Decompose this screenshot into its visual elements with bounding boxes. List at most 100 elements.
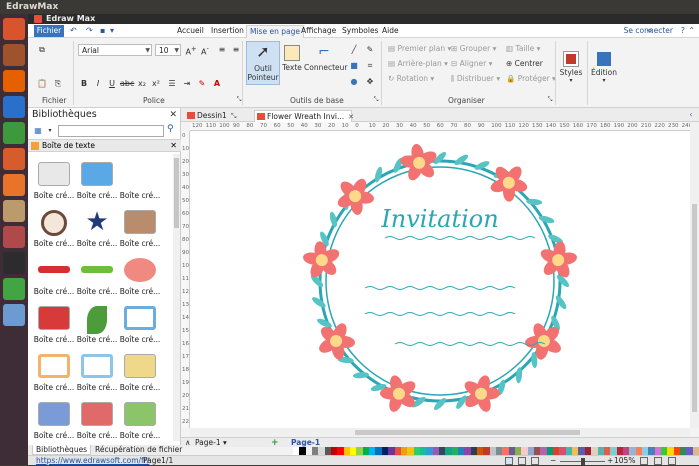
scrollbar-thumb[interactable] [355,430,580,435]
invitation-heading[interactable]: Invitation [360,205,520,233]
tab-aide[interactable]: Aide [379,25,402,38]
redo-icon[interactable]: ↷ [86,26,93,35]
software-center-icon[interactable] [3,174,25,196]
search-icon[interactable]: ⚲ [167,124,174,134]
fit-page-icon[interactable] [640,457,648,465]
library-shape-scroll-banner[interactable]: Boîte cré... [120,350,160,395]
font-name-select[interactable]: Arial ▼ [78,44,152,56]
highlight-icon[interactable]: ✎ [196,78,208,89]
fit-view-icon[interactable] [531,457,539,465]
add-page-button[interactable]: + [271,438,279,448]
page-select[interactable]: Page-1 ▾ [195,438,227,448]
drawing-canvas[interactable]: Invitation [190,131,690,428]
palette-swatch[interactable] [692,447,699,455]
ubuntu-icon[interactable] [3,18,25,40]
size-button[interactable]: ▥ Taille ▾ [506,44,540,53]
library-search-input[interactable] [58,125,164,137]
group-button[interactable]: ⊞ Grouper ▾ [451,44,496,53]
crop-icon[interactable]: ⌗ [364,60,376,71]
library-shape-green-header-box[interactable]: Boîte cré... [120,398,160,443]
send-back-button[interactable]: ▤ Arrière-plan ▾ [388,59,448,68]
align-button[interactable]: ⊟ Aligner ▾ [451,59,492,68]
firefox-icon[interactable] [3,70,25,92]
tab-mise-en-page[interactable]: Mise en page [246,25,304,38]
tab-affichage[interactable]: Affichage [298,25,339,38]
connector-tool-button[interactable]: ⌐ Connecteur [304,41,347,72]
align-left-icon[interactable]: ≡ [216,44,228,55]
text-tool-button[interactable]: Texte [282,41,302,72]
files-icon[interactable] [3,44,25,66]
zoom-slider-handle[interactable] [580,458,585,465]
bring-front-button[interactable]: ▤ Premier plan ▾ [388,44,451,53]
distribute-button[interactable]: ⫼ Distribuer ▾ [451,74,500,84]
calc-icon[interactable] [3,122,25,144]
close-icon[interactable]: ✕ [169,108,177,122]
flower-wreath[interactable] [190,131,690,428]
close-icon[interactable]: ✕ [170,140,177,152]
horizontal-scrollbar[interactable] [190,428,690,437]
align-center-icon[interactable]: ≡ [230,44,242,55]
clipboard-icon[interactable]: 📋 [36,78,48,89]
center-button[interactable]: ⊕ Centrer [506,59,543,68]
font-size-select[interactable]: 10 ▼ [155,44,181,56]
undo-icon[interactable]: ↶ [70,26,77,35]
tab-symboles[interactable]: Symboles [339,25,381,38]
library-shape-tag-label[interactable]: Boîte cré... [120,206,160,251]
edition-button[interactable]: Édition ▾ [589,52,619,84]
line-icon[interactable]: ╱ [348,44,360,55]
library-shape-star-badge[interactable]: ★ Boîte cré... [77,206,118,251]
library-shape-blue-rounded-box[interactable]: Boîte cré... [34,398,74,443]
close-icon[interactable]: ⤡ [231,112,237,120]
font-color-icon[interactable]: A [211,78,223,89]
expand-icon[interactable]: ⌃ [688,26,695,35]
scrollbar-thumb[interactable] [174,158,179,228]
bold-icon[interactable]: B [78,78,90,89]
library-shape-circle-frame[interactable]: Boîte cré... [34,206,74,251]
shrink-font-icon[interactable]: A- [199,44,211,57]
library-shape-gradient-textbox[interactable]: Boîte cré... [34,158,74,203]
italic-icon[interactable]: I [92,78,104,89]
rotate-button[interactable]: ↻ Rotation ▾ [388,74,434,83]
presentation-icon[interactable] [668,457,676,465]
page[interactable]: Invitation [190,131,690,428]
file-menu-button[interactable]: Fichier [34,25,64,37]
library-shape-red-flag[interactable]: Boîte cré... [34,302,74,347]
grow-font-icon[interactable]: A+ [185,44,197,57]
writer-icon[interactable] [3,96,25,118]
pointer-tool-button[interactable]: ➚ Outil Pointeur [246,41,280,85]
library-shape-orange-frame[interactable]: Boîte cré... [34,350,74,395]
settings-icon[interactable] [3,226,25,248]
underline-icon[interactable]: U [106,78,118,89]
styles-button[interactable]: Styles ▾ [558,51,584,84]
chevron-down-icon[interactable]: ▾ [110,26,114,35]
tab-accueil[interactable]: Accueil [174,25,207,38]
tab-file-recovery[interactable]: Récupération de fichier [92,445,185,455]
library-shape-green-leaf[interactable]: Boîte cré... [77,302,117,347]
library-shape-blue-textbox[interactable]: Boîte cré... [77,158,117,203]
indent-icon[interactable]: ⇥ [181,78,193,89]
library-shape-red-header-box[interactable]: Boîte cré... [77,398,117,443]
tab-insertion[interactable]: Insertion [208,25,247,38]
library-shape-blue-frame[interactable]: Boîte cré... [77,350,117,395]
color-palette[interactable] [293,447,699,455]
bullet-list-icon[interactable]: ☰ [166,78,178,89]
chevron-down-icon[interactable]: ▾ [44,125,56,136]
close-icon[interactable]: ✕ [348,113,354,121]
edraw-icon[interactable] [3,304,25,326]
protect-button[interactable]: 🔒 Protéger ▾ [506,74,556,83]
dialog-launcher-icon[interactable]: ⤡ [233,94,245,105]
page-view-icon[interactable] [518,457,526,465]
pen-icon[interactable]: ✎ [364,44,376,55]
library-shape-speech-bubble[interactable]: Boîte cré... [120,254,160,299]
page-nav-icon[interactable]: ∧ [185,438,191,448]
vertical-scrollbar[interactable] [690,122,699,428]
rectangle-icon[interactable]: ■ [348,60,360,71]
qt-icon[interactable] [3,278,25,300]
library-category[interactable]: Boîte de texte ✕ [28,139,181,152]
library-menu-icon[interactable]: ▦ [32,125,44,136]
library-shape-red-ribbon[interactable]: Boîte cré... [34,254,74,299]
terminal-icon[interactable] [3,252,25,274]
ellipse-icon[interactable]: ● [348,76,360,87]
tab-libraries[interactable]: Bibliothèques [32,445,92,455]
impress-icon[interactable] [3,148,25,170]
